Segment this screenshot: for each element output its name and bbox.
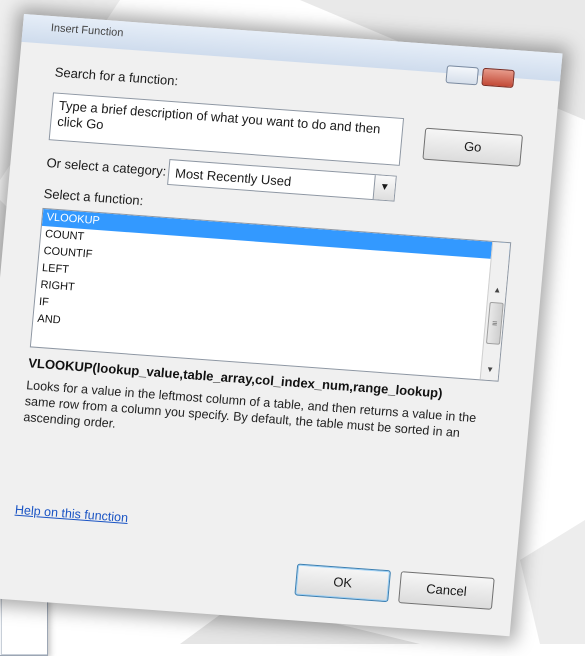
category-value: Most Recently Used xyxy=(174,165,292,189)
function-list[interactable]: VLOOKUP COUNT COUNTIF LEFT RIGHT IF AND … xyxy=(29,207,512,382)
help-link[interactable]: Help on this function xyxy=(14,503,128,525)
dialog-title: Insert Function xyxy=(50,22,124,40)
category-label: Or select a category: xyxy=(45,155,167,179)
chevron-down-icon[interactable]: ▼ xyxy=(372,175,396,201)
search-input[interactable]: Type a brief description of what you wan… xyxy=(48,92,405,166)
select-function-label: Select a function: xyxy=(43,185,144,209)
category-select[interactable]: Most Recently Used ▼ xyxy=(167,159,397,202)
scroll-down-icon[interactable]: ▼ xyxy=(481,361,499,378)
close-title-button[interactable] xyxy=(481,67,515,89)
help-title-button[interactable] xyxy=(445,65,479,86)
ok-button[interactable]: OK xyxy=(294,563,392,603)
cancel-button[interactable]: Cancel xyxy=(398,571,495,610)
scroll-thumb[interactable]: ≡ xyxy=(485,301,504,345)
search-label: Search for a function: xyxy=(54,64,179,89)
insert-function-dialog: Insert Function Search for a function: T… xyxy=(0,14,563,637)
go-button[interactable]: Go xyxy=(422,127,524,167)
scroll-up-icon[interactable]: ▲ xyxy=(488,282,506,299)
